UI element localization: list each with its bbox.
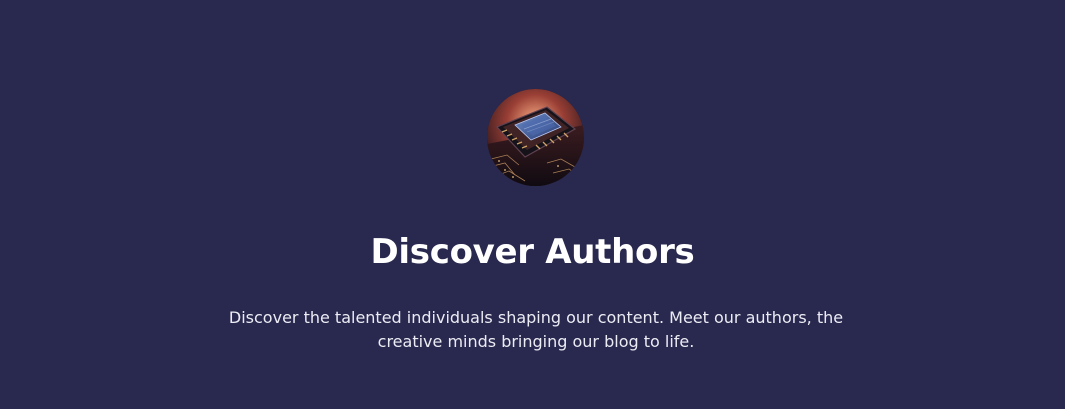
page-description: Discover the talented individuals shapin… bbox=[228, 308, 844, 351]
authors-hero: Discover Authors Discover the talented i… bbox=[0, 0, 1065, 409]
page-title: Discover Authors bbox=[370, 232, 695, 272]
cpu-chip-image bbox=[487, 89, 584, 186]
